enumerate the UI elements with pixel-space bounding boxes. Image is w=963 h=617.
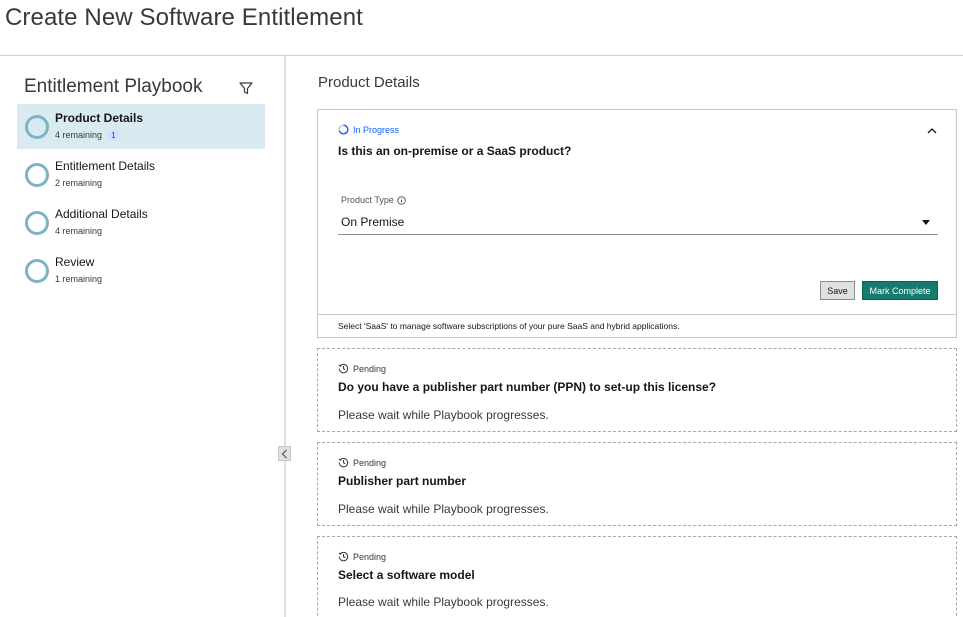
sidebar-item-remaining: 4 remaining 1 [55,130,120,141]
card-footer: Select 'SaaS' to manage software subscri… [318,314,956,338]
caret-down-icon [922,220,930,225]
status-pending: Pending [338,363,386,374]
helper-text: Select 'SaaS' to manage software subscri… [338,321,680,331]
dropdown-value: On Premise [341,215,405,229]
history-clock-icon [338,363,349,374]
progress-ring-icon [25,211,49,235]
status-pending: Pending [338,551,386,562]
sidebar-item-label: Entitlement Details [55,159,156,173]
question-card-pending: Pending Publisher part number Please wai… [317,442,957,526]
question-text: Do you have a publisher part number (PPN… [338,380,717,394]
status-label: Pending [353,551,387,562]
question-card-pending: Pending Select a software model Please w… [317,536,957,617]
product-type-dropdown[interactable]: On Premise [338,212,938,235]
playbook-sidebar: Entitlement Playbook Product Details 4 r… [0,56,284,617]
remaining-text: 4 remaining [55,130,103,140]
pending-message: Please wait while Playbook progresses. [338,595,549,609]
page-title: Create New Software Entitlement [5,4,363,31]
sidebar-item-review[interactable]: Review 1 remaining [17,248,265,293]
question-text: Is this an on-premise or a SaaS product? [338,144,572,158]
sidebar-item-product-details[interactable]: Product Details 4 remaining 1 [17,104,265,149]
section-title: Product Details [318,74,420,91]
sidebar-item-remaining: 2 remaining [55,178,103,188]
question-card-active: In Progress Is this an on-premise or a S… [317,109,957,338]
count-badge: 1 [108,130,120,141]
save-button[interactable]: Save [820,281,855,300]
sidebar-item-additional-details[interactable]: Additional Details 4 remaining [17,200,265,245]
page-header: Create New Software Entitlement [0,0,963,56]
info-icon[interactable] [397,195,406,205]
status-label: Pending [353,457,387,468]
in-progress-icon [338,124,349,135]
question-text: Select a software model [338,568,475,582]
pending-message: Please wait while Playbook progresses. [338,502,549,516]
mark-complete-button[interactable]: Mark Complete [862,281,938,300]
sidebar-divider [284,56,286,617]
product-type-label: Product Type [341,195,406,205]
sidebar-item-label: Review [55,255,95,269]
sidebar-item-entitlement-details[interactable]: Entitlement Details 2 remaining [17,152,265,197]
progress-ring-icon [25,259,49,283]
history-clock-icon [338,551,349,562]
status-label: Pending [353,363,387,374]
sidebar-item-label: Product Details [55,111,144,125]
filter-icon[interactable] [238,80,254,96]
history-clock-icon [338,457,349,468]
status-in-progress: In Progress [338,124,399,135]
progress-ring-icon [25,163,49,187]
sidebar-item-remaining: 1 remaining [55,274,103,284]
status-label: In Progress [353,124,400,135]
pending-message: Please wait while Playbook progresses. [338,408,549,422]
progress-ring-icon [25,115,49,139]
collapse-sidebar-button[interactable] [278,446,291,461]
sidebar-title: Entitlement Playbook [24,76,203,97]
sidebar-item-label: Additional Details [55,207,148,221]
field-label-text: Product Type [341,195,394,205]
chevron-left-icon [281,449,287,458]
question-text: Publisher part number [338,474,467,488]
sidebar-item-remaining: 4 remaining [55,226,103,236]
chevron-up-icon[interactable] [926,126,938,136]
question-card-pending: Pending Do you have a publisher part num… [317,348,957,432]
status-pending: Pending [338,457,386,468]
